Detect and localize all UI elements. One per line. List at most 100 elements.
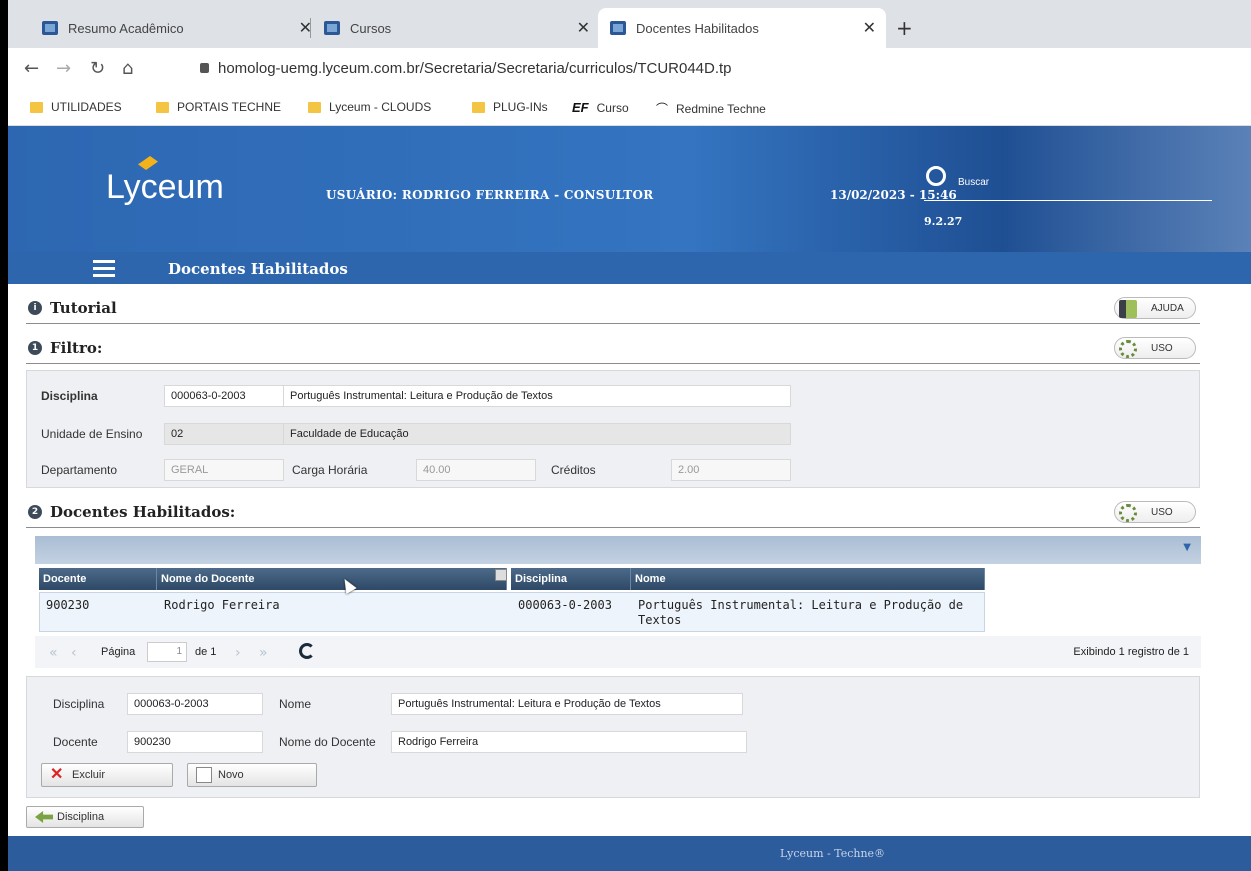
search-icon[interactable]	[926, 166, 946, 186]
table-row[interactable]: 900230 Rodrigo Ferreira 000063-0-2003 Po…	[39, 592, 985, 632]
uso-button[interactable]: USO	[1114, 501, 1196, 523]
new-document-icon	[196, 767, 212, 783]
grid-toolbar: ▼	[35, 536, 1201, 564]
footer: Lyceum - Techne®	[8, 836, 1251, 871]
book-icon	[1119, 300, 1137, 318]
next-page-icon[interactable]: ›	[235, 645, 240, 661]
detail-nome-field[interactable]: Português Instrumental: Leitura e Produç…	[391, 693, 743, 715]
column-header-docente[interactable]: Docente	[39, 568, 157, 590]
detail-nome-docente-field[interactable]: Rodrigo Ferreira	[391, 731, 747, 753]
tab-label: Cursos	[350, 20, 392, 36]
tab-resumo[interactable]: Resumo Acadêmico ✕	[30, 8, 322, 48]
disciplina-back-button[interactable]: Disciplina	[26, 806, 144, 828]
cell-docente: 900230	[46, 598, 90, 612]
info-icon: i	[28, 301, 42, 315]
bookmark-redmine[interactable]: ⌒ Redmine Techne	[656, 100, 766, 117]
bookmarks-bar: UTILIDADES PORTAIS TECHNE Lyceum - CLOUD…	[8, 90, 1251, 126]
detail-panel: Disciplina 000063-0-2003 Nome Português …	[26, 676, 1200, 798]
bookmark-label: UTILIDADES	[51, 100, 122, 114]
detail-disciplina-field[interactable]: 000063-0-2003	[127, 693, 263, 715]
page-label: Página	[101, 646, 136, 658]
home-icon[interactable]: ⌂	[122, 58, 133, 79]
unidade-name-field: Faculdade de Educação	[283, 423, 791, 445]
close-icon[interactable]: ✕	[577, 18, 590, 38]
section-title: Filtro:	[50, 339, 103, 357]
lyceum-logo[interactable]: Lyceum	[106, 168, 224, 207]
column-filter-icon[interactable]	[495, 569, 507, 581]
new-tab-icon[interactable]: +	[896, 16, 913, 40]
column-header-nome-docente[interactable]: Nome do Docente	[157, 568, 507, 590]
bookmark-lyceum-clouds[interactable]: Lyceum - CLOUDS	[308, 100, 431, 114]
menu-icon[interactable]	[93, 260, 115, 281]
section-filtro: 1 Filtro: USO	[26, 332, 1200, 364]
folder-icon	[308, 101, 321, 113]
lock-icon	[200, 63, 209, 73]
bookmark-portais[interactable]: PORTAIS TECHNE	[156, 100, 281, 114]
bookmark-label: Redmine Techne	[676, 101, 766, 116]
disciplina-name-field[interactable]: Português Instrumental: Leitura e Produç…	[283, 385, 791, 407]
lyceum-favicon-icon	[42, 21, 58, 35]
novo-button[interactable]: Novo	[187, 763, 317, 787]
close-icon[interactable]: ✕	[863, 18, 876, 38]
reload-icon[interactable]: ↻	[90, 58, 105, 79]
excluir-button[interactable]: ✕ Excluir	[41, 763, 173, 787]
page-total: de 1	[195, 646, 217, 658]
lyceum-favicon-icon	[610, 21, 626, 35]
detail-disciplina-label: Disciplina	[53, 697, 105, 711]
disciplina-code-field[interactable]: 000063-0-2003	[164, 385, 284, 407]
expand-icon[interactable]: ▼	[1183, 542, 1191, 553]
bookmark-curso[interactable]: EF Curso	[572, 100, 629, 115]
section-docentes: 2 Docentes Habilitados: USO	[26, 496, 1200, 528]
docentes-grid: Docente Nome do Docente Disciplina Nome …	[35, 564, 1201, 636]
uso-button[interactable]: USO	[1114, 337, 1196, 359]
section-title[interactable]: Tutorial	[50, 299, 117, 317]
carga-field: 40.00	[416, 459, 536, 481]
back-arrow-icon	[35, 811, 53, 823]
bookmark-label: Curso	[596, 100, 629, 115]
url-text[interactable]: homolog-uemg.lyceum.com.br/Secretaria/Se…	[218, 60, 732, 77]
button-label: Excluir	[72, 769, 106, 781]
folder-icon	[30, 101, 43, 113]
refresh-icon[interactable]	[299, 643, 315, 659]
delete-icon: ✕	[50, 766, 64, 783]
help-label: AJUDA	[1151, 303, 1184, 314]
tab-label: Docentes Habilitados	[636, 20, 759, 36]
back-icon[interactable]: ←	[24, 58, 39, 79]
version: 9.2.27	[924, 215, 963, 228]
bookmark-utilidades[interactable]: UTILIDADES	[30, 100, 122, 114]
redmine-icon: ⌒	[656, 102, 669, 116]
pager: « ‹ Página 1 de 1 › » Exibindo 1 registr…	[35, 636, 1201, 668]
bookmark-label: PORTAIS TECHNE	[177, 100, 282, 114]
page-input[interactable]: 1	[147, 642, 187, 662]
footer-text: Lyceum - Techne®	[780, 847, 886, 860]
search-input[interactable]	[924, 200, 1212, 201]
cell-nome-continued: Textos	[638, 613, 682, 627]
section-title: Docentes Habilitados:	[50, 503, 236, 521]
prev-page-icon[interactable]: ‹	[71, 645, 76, 661]
last-page-icon[interactable]: »	[259, 645, 267, 661]
pager-status: Exibindo 1 registro de 1	[1073, 646, 1189, 658]
help-button[interactable]: AJUDA	[1114, 297, 1196, 319]
tab-cursos[interactable]: Cursos ✕	[312, 8, 600, 48]
bookmark-label: PLUG-INs	[493, 100, 548, 114]
tab-label: Resumo Acadêmico	[68, 20, 184, 36]
uso-label: USO	[1151, 343, 1173, 354]
departamento-label: Departamento	[41, 463, 118, 477]
search-label[interactable]: Buscar	[958, 177, 989, 188]
forward-icon[interactable]: →	[56, 58, 71, 79]
column-header-disciplina[interactable]: Disciplina	[511, 568, 631, 590]
departamento-field: GERAL	[164, 459, 284, 481]
bookmark-label: Lyceum - CLOUDS	[329, 100, 432, 114]
section-tutorial: i Tutorial AJUDA	[26, 292, 1200, 324]
cell-disciplina: 000063-0-2003	[518, 598, 612, 612]
user-info: USUÁRIO: RODRIGO FERREIRA - CONSULTOR	[326, 188, 654, 202]
column-header-nome[interactable]: Nome	[631, 568, 985, 590]
cell-nome-docente: Rodrigo Ferreira	[164, 598, 280, 612]
tab-docentes[interactable]: Docentes Habilitados ✕	[598, 8, 886, 48]
bookmark-plugins[interactable]: PLUG-INs	[472, 100, 548, 114]
first-page-icon[interactable]: «	[49, 645, 57, 661]
button-label: Novo	[218, 769, 244, 781]
detail-docente-field[interactable]: 900230	[127, 731, 263, 753]
unidade-code-field: 02	[164, 423, 284, 445]
creditos-field: 2.00	[671, 459, 791, 481]
